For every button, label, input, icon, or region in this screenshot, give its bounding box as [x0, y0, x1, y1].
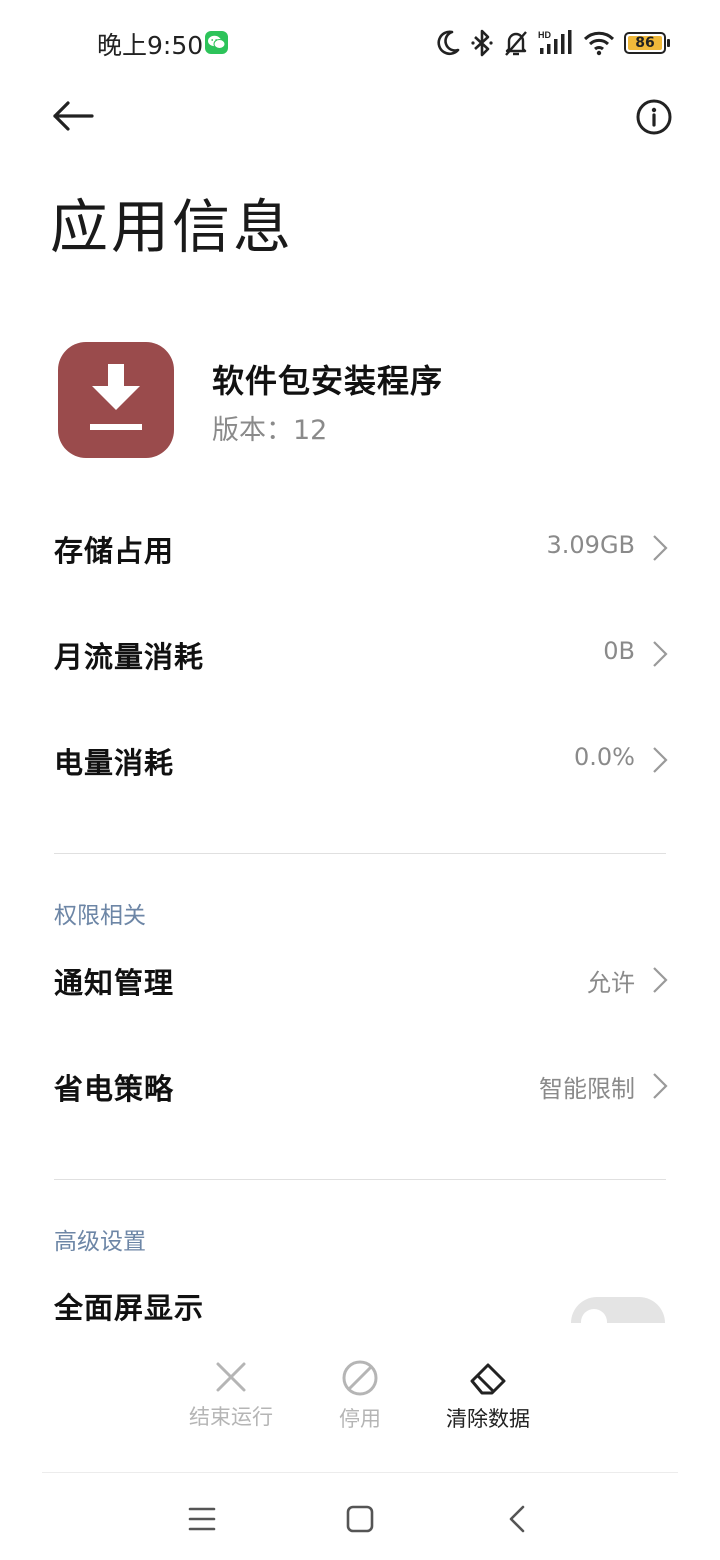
chevron-right-icon [653, 967, 668, 993]
status-bar: 晚上9:50 HD 86 [0, 0, 720, 84]
action-label: 清除数据 [446, 1407, 530, 1431]
divider [54, 1179, 666, 1180]
fullscreen-toggle[interactable] [571, 1297, 665, 1323]
row-battery-usage[interactable]: 电量消耗 0.0% [54, 730, 668, 790]
row-notifications[interactable]: 通知管理 允许 [54, 950, 668, 1010]
chevron-right-icon [653, 1073, 668, 1099]
section-header-advanced: 高级设置 [54, 1229, 146, 1255]
disable-button[interactable]: 停用 [305, 1359, 415, 1433]
info-icon [636, 99, 672, 135]
battery-icon: 86 [624, 32, 670, 54]
app-version: 版本：12 [212, 415, 328, 446]
info-button[interactable] [631, 94, 677, 140]
home-button[interactable] [340, 1499, 380, 1539]
app-name: 软件包安装程序 [212, 362, 444, 400]
back-button[interactable] [46, 92, 100, 142]
wechat-icon [205, 31, 228, 54]
battery-level: 86 [635, 35, 655, 51]
row-power-saving[interactable]: 省电策略 智能限制 [54, 1056, 668, 1116]
clear-data-button[interactable]: 清除数据 [433, 1359, 543, 1433]
signal-icon: HD [538, 30, 572, 54]
nav-back-button[interactable] [498, 1499, 538, 1539]
row-label: 省电策略 [54, 1072, 175, 1106]
row-label: 月流量消耗 [54, 640, 205, 674]
row-storage[interactable]: 存储占用 3.09GB [54, 518, 668, 578]
force-stop-button[interactable]: 结束运行 [176, 1359, 286, 1431]
row-label: 通知管理 [54, 966, 175, 1000]
status-time: 晚上9:50 [97, 31, 204, 60]
download-icon [90, 364, 142, 430]
row-value: 0.0% [574, 743, 635, 771]
row-value: 智能限制 [539, 1075, 635, 1103]
row-data-usage[interactable]: 月流量消耗 0B [54, 624, 668, 684]
row-value: 0B [603, 637, 635, 665]
row-label: 存储占用 [54, 534, 175, 568]
navigation-bar [0, 1473, 720, 1560]
page-title: 应用信息 [50, 193, 295, 261]
action-label: 停用 [339, 1407, 381, 1431]
arrow-left-icon [53, 101, 94, 131]
home-icon [346, 1505, 374, 1533]
row-label: 全面屏显示 [54, 1291, 205, 1323]
row-value: 3.09GB [546, 531, 636, 559]
row-label: 电量消耗 [54, 746, 175, 780]
back-chevron-icon [509, 1505, 525, 1533]
row-value: 允许 [587, 969, 635, 997]
action-label: 结束运行 [189, 1405, 273, 1429]
app-icon [58, 342, 174, 458]
bluetooth-icon [471, 29, 493, 57]
recents-button[interactable] [182, 1499, 222, 1539]
eraser-icon [470, 1363, 506, 1395]
bell-off-icon [505, 31, 527, 56]
action-bar: 结束运行 停用 清除数据 [0, 1323, 720, 1473]
chevron-right-icon [653, 535, 668, 561]
wifi-icon [583, 31, 615, 56]
close-icon [216, 1362, 246, 1392]
moon-icon [437, 30, 460, 55]
section-header-permissions: 权限相关 [54, 903, 146, 929]
chevron-right-icon [653, 641, 668, 667]
menu-icon [188, 1507, 216, 1531]
divider [54, 853, 666, 854]
disable-icon [342, 1360, 378, 1396]
hd-label: HD [538, 30, 551, 40]
chevron-right-icon [653, 747, 668, 773]
